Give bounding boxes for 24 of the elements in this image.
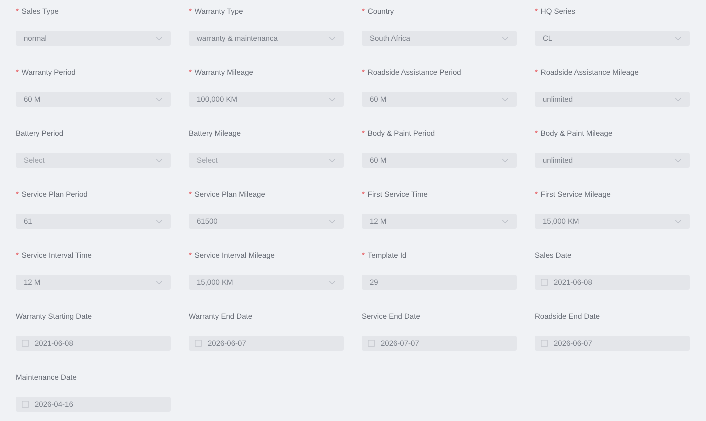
chevron-down-icon: [156, 158, 163, 162]
chevron-down-icon: [156, 280, 163, 284]
chevron-down-icon: [675, 220, 682, 224]
chevron-down-icon: [156, 98, 163, 102]
calendar-icon: [22, 401, 29, 408]
chevron-down-icon: [675, 158, 682, 162]
calendar-icon: [541, 279, 548, 286]
chevron-down-icon: [329, 158, 336, 162]
chevron-down-icon: [675, 36, 682, 40]
chevron-down-icon: [502, 36, 509, 40]
chevron-down-icon: [502, 158, 509, 162]
chevron-down-icon: [329, 220, 336, 224]
calendar-icon: [541, 340, 548, 347]
chevron-down-icon: [156, 220, 163, 224]
chevron-down-icon: [329, 280, 336, 284]
calendar-icon: [22, 340, 29, 347]
chevron-down-icon: [329, 36, 336, 40]
chevron-down-icon: [156, 36, 163, 40]
calendar-icon: [195, 340, 202, 347]
chevron-down-icon: [329, 98, 336, 102]
calendar-icon: [368, 340, 375, 347]
chevron-down-icon: [502, 220, 509, 224]
chevron-down-icon: [675, 98, 682, 102]
chevron-down-icon: [502, 98, 509, 102]
